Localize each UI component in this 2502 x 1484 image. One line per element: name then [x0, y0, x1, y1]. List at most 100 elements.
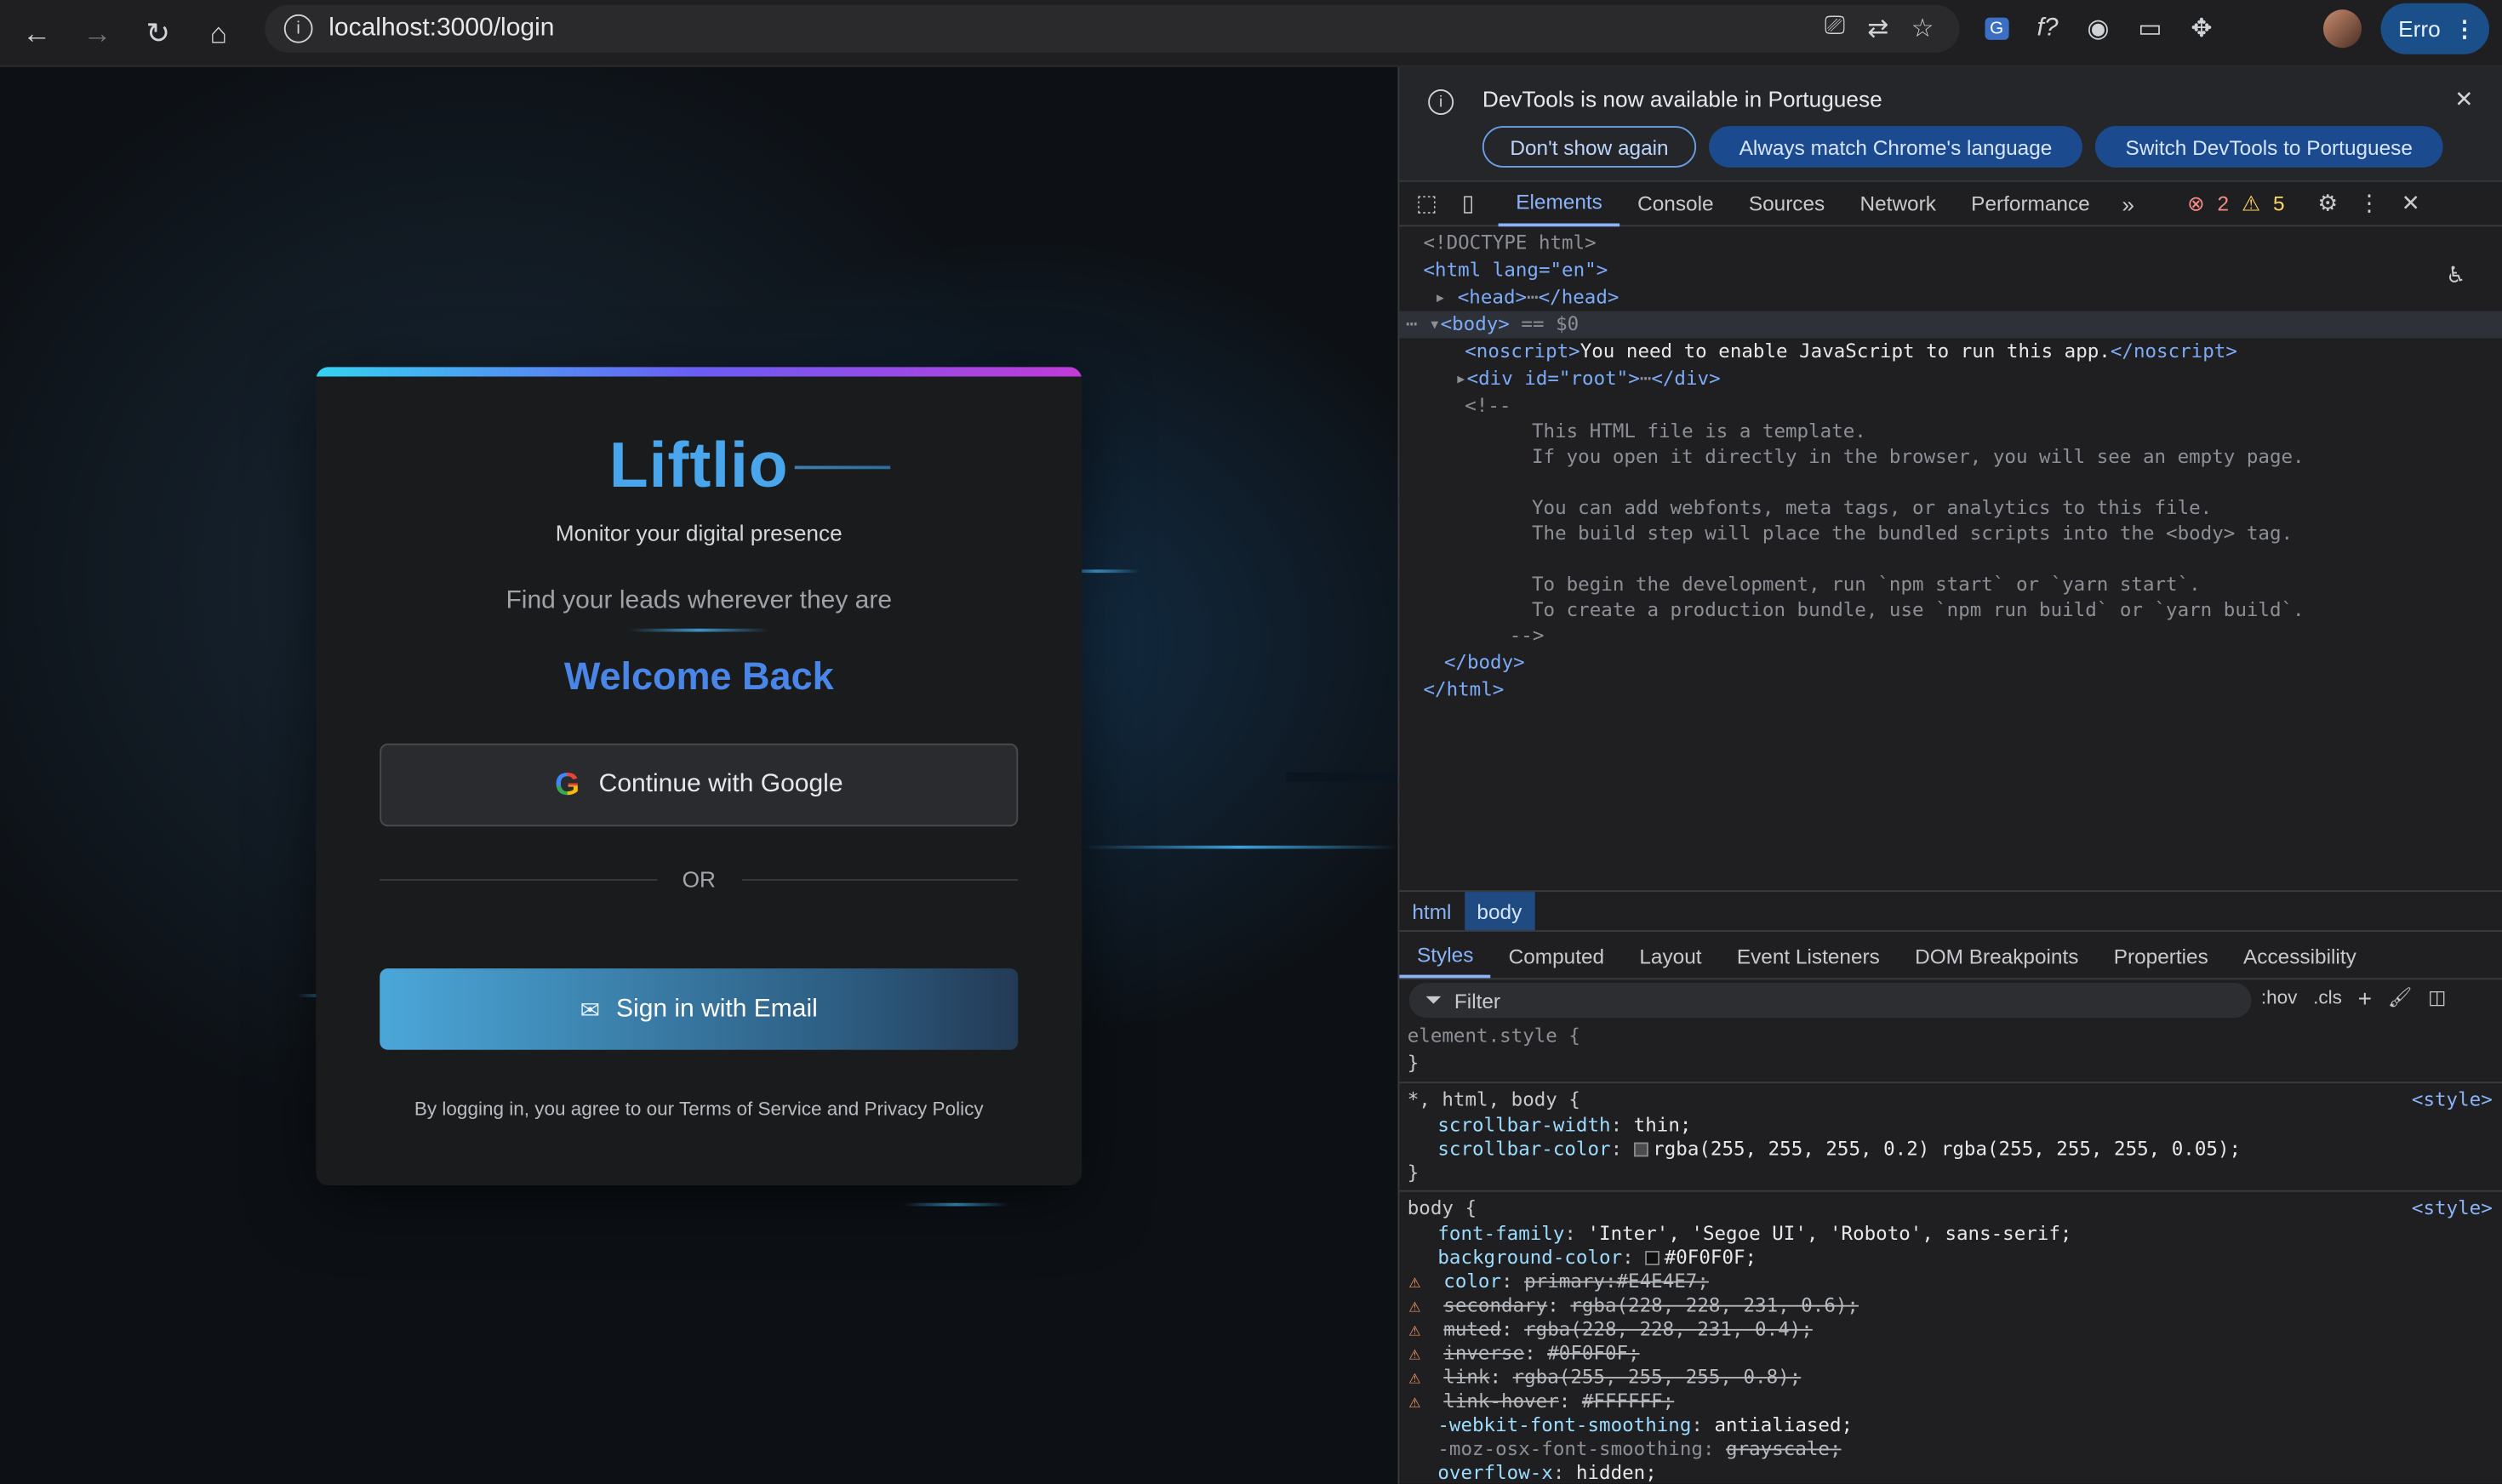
- extensions-puzzle-icon[interactable]: ✥: [2191, 13, 2212, 45]
- head-close-tag: </head>: [1538, 285, 1619, 308]
- element-style-selector[interactable]: element.style {: [1408, 1025, 1580, 1047]
- cast-extension-icon[interactable]: ▭: [2138, 13, 2162, 45]
- subtab-properties[interactable]: Properties: [2096, 935, 2225, 979]
- styles-pane: element.style { } *, html, body { <style…: [1399, 1025, 2502, 1484]
- dont-show-again-button[interactable]: Don't show again: [1482, 126, 1697, 168]
- style-property[interactable]: overflow-x: hidden;: [1437, 1462, 1656, 1484]
- ellipsis-badge-icon[interactable]: ⋯: [1640, 367, 1652, 389]
- warning-icon: ⚠: [1408, 1390, 1421, 1413]
- style-property-invalid[interactable]: ⚠ link: rgba(255, 255, 255, 0.8);: [1409, 1366, 1802, 1388]
- style-property-invalid[interactable]: ⚠ inverse: #0F0F0F;: [1409, 1342, 1640, 1364]
- expand-triangle-icon[interactable]: ▸: [1455, 367, 1467, 389]
- more-tabs-icon[interactable]: »: [2107, 181, 2149, 226]
- subtab-layout[interactable]: Layout: [1622, 935, 1719, 979]
- dom-body-close[interactable]: </body>: [1444, 649, 1525, 676]
- close-devtools-icon[interactable]: ✕: [2390, 181, 2431, 226]
- forward-icon[interactable]: →: [77, 13, 118, 54]
- issue-counters[interactable]: ⊗ 2 ⚠ 5: [2187, 191, 2284, 216]
- rule-close-brace: }: [1407, 1162, 1420, 1184]
- property-value: rgba(255, 255, 255, 0.8);: [1512, 1366, 1802, 1389]
- ellipsis-badge-icon[interactable]: ⋯: [1527, 286, 1539, 308]
- device-toolbar-icon[interactable]: ▯: [1448, 181, 1489, 226]
- dom-html-close[interactable]: </html>: [1424, 676, 1505, 703]
- subtab-event-listeners[interactable]: Event Listeners: [1719, 935, 1897, 979]
- brand-logo-text: Liftlio: [608, 431, 789, 501]
- expand-triangle-icon[interactable]: ▸: [1435, 286, 1447, 308]
- property-name: inverse: [1443, 1341, 1525, 1365]
- email-signin-button[interactable]: ✉ Sign in with Email: [380, 968, 1019, 1050]
- styles-filter-input[interactable]: ⏷ Filter: [1408, 983, 2252, 1019]
- selected-node-marker: == $0: [1521, 312, 1579, 335]
- cls-toggle[interactable]: .cls: [2313, 986, 2342, 1013]
- dom-doctype[interactable]: <!DOCTYPE html>: [1424, 230, 1597, 256]
- kebab-menu-icon: ⋮: [2453, 14, 2476, 41]
- tab-network[interactable]: Network: [1842, 181, 1954, 226]
- error-icon: ⊗: [2187, 191, 2205, 215]
- dom-head-node[interactable]: ▸ <head>⋯</head>: [1435, 284, 1619, 311]
- dom-body-node[interactable]: ⋯ ▾<body> == $0: [1399, 311, 2502, 338]
- settings-gear-icon[interactable]: ⚙: [2307, 181, 2349, 226]
- style-property-invalid[interactable]: ⚠ muted: rgba(228, 228, 231, 0.4);: [1409, 1318, 1813, 1340]
- style-property-invalid[interactable]: ⚠ color: primary:#E4E4E7;: [1409, 1270, 1709, 1293]
- property-value: rgba(255, 255, 255, 0.2) rgba(255, 255, …: [1653, 1137, 2242, 1161]
- subtab-dom-breakpoints[interactable]: DOM Breakpoints: [1897, 935, 2096, 979]
- profile-avatar[interactable]: [2323, 9, 2362, 49]
- new-rule-plus-icon[interactable]: +: [2358, 986, 2372, 1013]
- style-property[interactable]: scrollbar-width: thin;: [1437, 1114, 1691, 1136]
- style-property-overridden[interactable]: -moz-osx-font-smoothing: grayscale;: [1437, 1437, 1841, 1459]
- subtab-computed[interactable]: Computed: [1491, 935, 1622, 979]
- rule1-selector[interactable]: *, html, body {: [1408, 1088, 1580, 1110]
- sidebar-toggle-icon[interactable]: ◫: [2428, 986, 2446, 1013]
- accessibility-tree-toggle-icon[interactable]: ♿: [2448, 261, 2464, 288]
- close-icon[interactable]: ✕: [2454, 86, 2473, 113]
- home-icon[interactable]: ⌂: [198, 13, 240, 54]
- dom-root-div-node[interactable]: ▸<div id="root">⋯</div>: [1455, 365, 1721, 391]
- node-menu-icon[interactable]: ⋯: [1406, 313, 1418, 335]
- style-property[interactable]: font-family: 'Inter', 'Segoe UI', 'Robot…: [1437, 1222, 2071, 1244]
- divider-line: [740, 878, 1019, 881]
- translate-icon[interactable]: ⇄: [1867, 13, 1888, 45]
- style-property-invalid[interactable]: ⚠ link-hover: #FFFFFF;: [1409, 1390, 1675, 1412]
- tab-elements[interactable]: Elements: [1498, 181, 1620, 226]
- rule2-selector[interactable]: body {: [1408, 1196, 1477, 1219]
- dom-noscript-node[interactable]: <noscript>You need to enable JavaScript …: [1465, 339, 2237, 365]
- google-signin-button[interactable]: G Continue with Google: [380, 743, 1019, 827]
- inspect-element-icon[interactable]: ⬚: [1406, 181, 1448, 226]
- collapse-triangle-icon[interactable]: ▾: [1429, 313, 1441, 335]
- paint-brush-icon[interactable]: 🖌: [2388, 986, 2413, 1013]
- property-value: rgba(228, 228, 231, 0.4);: [1524, 1317, 1813, 1340]
- google-translate-extension-icon[interactable]: G: [1985, 17, 2008, 40]
- style-property[interactable]: -webkit-font-smoothing: antialiased;: [1437, 1413, 1853, 1435]
- rule2-source-link[interactable]: <style>: [2412, 1196, 2493, 1219]
- profile-error-button[interactable]: Erro ⋮: [2380, 3, 2489, 54]
- style-property-invalid[interactable]: ⚠ secondary: rgba(228, 228, 231, 0.6);: [1409, 1294, 1859, 1316]
- match-language-button[interactable]: Always match Chrome's language: [1709, 126, 2082, 168]
- site-info-icon[interactable]: i: [283, 14, 313, 43]
- style-property[interactable]: background-color: #0F0F0F;: [1437, 1246, 1757, 1268]
- install-app-icon[interactable]: ⎚: [1825, 13, 1845, 45]
- property-value: thin;: [1633, 1113, 1692, 1136]
- dom-html-node[interactable]: <html lang="en">: [1424, 257, 1608, 283]
- subtab-styles[interactable]: Styles: [1399, 935, 1492, 979]
- tab-sources[interactable]: Sources: [1731, 181, 1842, 226]
- formula-extension-icon[interactable]: f?: [2037, 14, 2059, 43]
- tab-performance[interactable]: Performance: [1954, 181, 2108, 226]
- hov-toggle[interactable]: :hov: [2261, 986, 2298, 1013]
- switch-language-button[interactable]: Switch DevTools to Portuguese: [2094, 126, 2443, 168]
- back-icon[interactable]: ←: [16, 13, 58, 54]
- bookmark-star-icon[interactable]: ☆: [1911, 13, 1934, 45]
- dom-comment-open[interactable]: <!--: [1465, 392, 1511, 419]
- breadcrumb-body[interactable]: body: [1464, 892, 1535, 931]
- property-value: #0F0F0F;: [1547, 1341, 1640, 1365]
- devtools-menu-icon[interactable]: ⋮: [2349, 181, 2391, 226]
- breadcrumb-html[interactable]: html: [1399, 892, 1464, 930]
- camera-extension-icon[interactable]: ◉: [2087, 13, 2109, 45]
- style-property[interactable]: scrollbar-color: rgba(255, 255, 255, 0.2…: [1437, 1138, 2241, 1160]
- subtab-accessibility[interactable]: Accessibility: [2225, 935, 2373, 979]
- color-swatch[interactable]: [1645, 1251, 1660, 1265]
- address-bar[interactable]: i localhost:3000/login ⎚ ⇄ ☆: [265, 4, 1960, 53]
- color-swatch[interactable]: [1633, 1142, 1648, 1157]
- rule1-source-link[interactable]: <style>: [2412, 1088, 2493, 1110]
- tab-console[interactable]: Console: [1620, 181, 1732, 226]
- reload-icon[interactable]: ↻: [137, 13, 179, 54]
